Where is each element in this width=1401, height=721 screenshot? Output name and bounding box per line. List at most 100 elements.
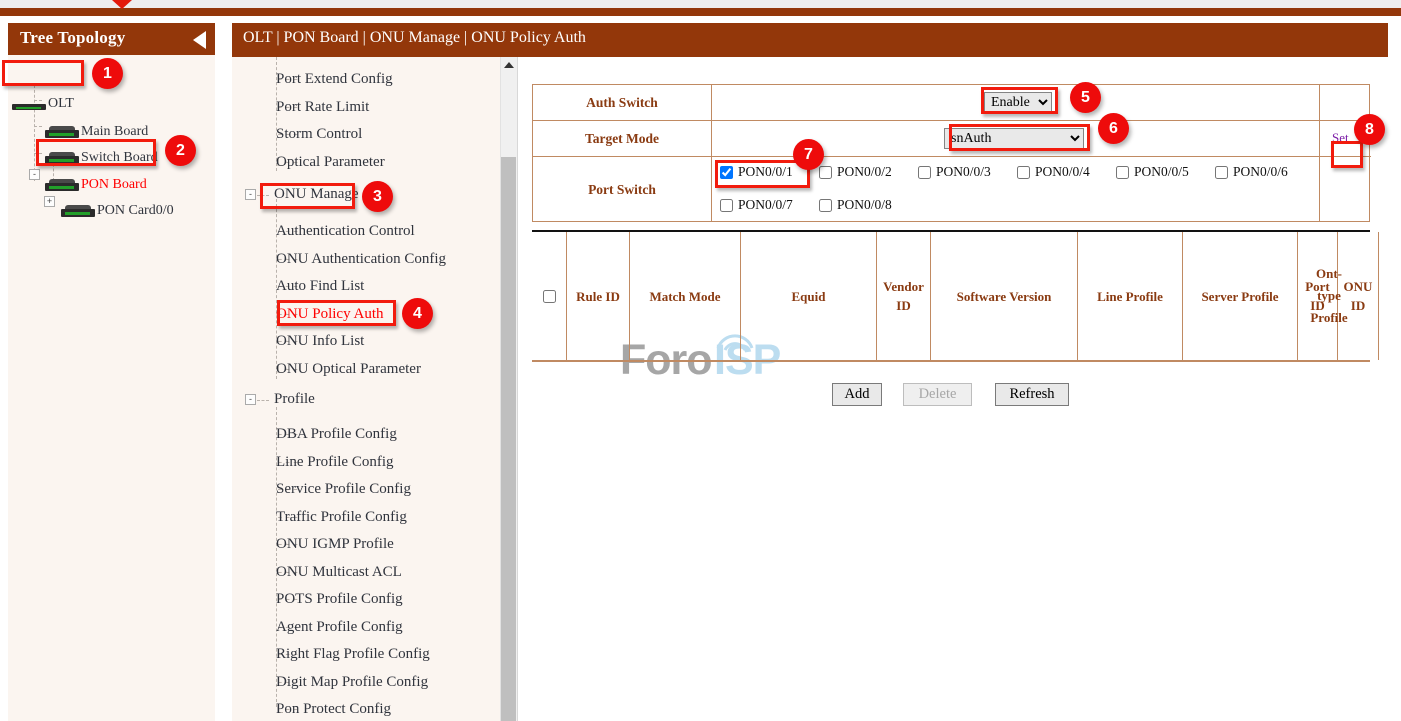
port-pon0-0-5-checkbox[interactable] <box>1116 166 1129 179</box>
menu-item-port-rate-limit[interactable]: Port Rate Limit <box>276 99 369 119</box>
breadcrumb: OLT | PON Board | ONU Manage | ONU Polic… <box>243 29 586 47</box>
tree-node-pon-card[interactable]: PON Card0/0 <box>61 200 174 222</box>
port-pon0-0-2-checkbox-wrap[interactable]: PON0/0/2 <box>819 164 892 180</box>
table-select-all-checkbox[interactable] <box>543 290 556 303</box>
annotation-badge-6: 6 <box>1098 113 1129 144</box>
menu-item-pon-protect-config[interactable]: Pon Protect Config <box>276 701 391 721</box>
tree-topology-title: Tree Topology <box>20 28 125 48</box>
table-col-match-mode: Match Mode <box>630 232 741 360</box>
menu-item-authentication-control[interactable]: Authentication Control <box>276 223 415 243</box>
menu-item-onu-igmp-profile[interactable]: ONU IGMP Profile <box>276 536 394 556</box>
auth-switch-select[interactable]: Enable <box>984 92 1052 113</box>
menu-item-line-profile-config[interactable]: Line Profile Config <box>276 454 393 474</box>
port-pon0-0-6-label: PON0/0/6 <box>1233 164 1288 180</box>
menu-item-optical-parameter[interactable]: Optical Parameter <box>276 154 385 174</box>
target-mode-select[interactable]: snAuth <box>944 128 1084 149</box>
port-pon0-0-7-checkbox[interactable] <box>720 199 733 212</box>
menu-item-dba-profile-config[interactable]: DBA Profile Config <box>276 426 397 446</box>
tree-topology-panel: Tree Topology OLT Main Board <box>8 23 215 721</box>
down-triangle-icon <box>112 0 132 9</box>
refresh-button[interactable]: Refresh <box>995 383 1069 406</box>
table-col-software-version: Software Version <box>931 232 1078 360</box>
add-button[interactable]: Add <box>832 383 882 406</box>
menu-connector-onu-manage <box>257 195 269 196</box>
port-pon0-0-1-label: PON0/0/1 <box>738 164 793 180</box>
menu-item-clipped-top[interactable] <box>276 57 280 65</box>
port-pon0-0-3-checkbox-wrap[interactable]: PON0/0/3 <box>918 164 991 180</box>
annotation-badge-2: 2 <box>165 135 196 166</box>
tree-node-pon-board-label: PON Board <box>81 177 147 193</box>
menu-scrollbar-thumb[interactable] <box>501 157 516 721</box>
menu-item-right-flag-profile-config[interactable]: Right Flag Profile Config <box>276 646 430 666</box>
top-white-strip <box>0 16 1401 23</box>
port-pon0-0-7-checkbox-wrap[interactable]: PON0/0/7 <box>720 197 793 213</box>
menu-item-onu-multicast-acl[interactable]: ONU Multicast ACL <box>276 564 402 584</box>
table-col-server-profile: Server Profile <box>1183 232 1298 360</box>
menu-item-port-extend-config[interactable]: Port Extend Config <box>276 71 393 91</box>
set-link[interactable]: Set <box>1332 130 1349 146</box>
menu-item-onu-authentication-config[interactable]: ONU Authentication Config <box>276 251 446 271</box>
port-switch-row: Port Switch PON0/0/1 PON0/0/2 PON0/0/3 P <box>533 157 1371 222</box>
menu-item-traffic-profile-config[interactable]: Traffic Profile Config <box>276 509 407 529</box>
menu-item-onu-policy-auth[interactable]: ONU Policy Auth <box>276 306 384 326</box>
port-switch-action-cell <box>1320 157 1371 222</box>
menu-tree-panel: --- Port Extend Config --- Port Rate Lim… <box>232 57 517 721</box>
port-pon0-0-4-checkbox-wrap[interactable]: PON0/0/4 <box>1017 164 1090 180</box>
device-icon <box>12 98 46 110</box>
port-pon0-0-5-label: PON0/0/5 <box>1134 164 1189 180</box>
port-pon0-0-3-checkbox[interactable] <box>918 166 931 179</box>
menu-item-profile[interactable]: Profile <box>274 391 315 411</box>
menu-item-onu-manage[interactable]: ONU Manage <box>274 186 359 206</box>
scroll-up-arrow-icon[interactable] <box>504 62 514 68</box>
menu-connector-profile <box>257 400 269 401</box>
annotation-badge-4: 4 <box>402 298 433 329</box>
port-pon0-0-4-label: PON0/0/4 <box>1035 164 1090 180</box>
tree-node-olt[interactable]: OLT <box>12 93 74 115</box>
delete-button: Delete <box>903 383 972 406</box>
menu-item-auto-find-list[interactable]: Auto Find List <box>276 278 364 298</box>
port-pon0-0-2-checkbox[interactable] <box>819 166 832 179</box>
port-pon0-0-6-checkbox[interactable] <box>1215 166 1228 179</box>
port-pon0-0-3-label: PON0/0/3 <box>936 164 991 180</box>
menu-item-storm-control[interactable]: Storm Control <box>276 126 362 146</box>
auth-switch-label: Auth Switch <box>533 85 712 120</box>
top-brand-bar <box>0 8 1401 16</box>
menu-item-onu-optical-parameter[interactable]: ONU Optical Parameter <box>276 361 421 381</box>
tree-node-pon-board[interactable]: PON Board <box>45 174 147 196</box>
target-mode-label: Target Mode <box>533 121 712 156</box>
menu-item-digit-map-profile-config[interactable]: Digit Map Profile Config <box>276 674 428 694</box>
port-pon0-0-2-label: PON0/0/2 <box>837 164 892 180</box>
menu-item-service-profile-config[interactable]: Service Profile Config <box>276 481 411 501</box>
tree-node-main-board-label: Main Board <box>81 124 148 140</box>
port-pon0-0-8-checkbox[interactable] <box>819 199 832 212</box>
menu-item-pots-profile-config[interactable]: POTS Profile Config <box>276 591 403 611</box>
tree-node-switch-board[interactable]: Switch Board <box>45 147 158 169</box>
menu-item-onu-info-list[interactable]: ONU Info List <box>276 333 364 353</box>
tree-expander-pon-card[interactable]: + <box>44 196 55 207</box>
target-mode-row: Target Mode snAuth Set <box>533 121 1371 157</box>
table-action-buttons: Add Delete Refresh <box>532 383 1370 407</box>
table-col-line-profile: Line Profile <box>1078 232 1183 360</box>
policy-rule-table: Rule ID Match Mode Equid Vendor ID Softw… <box>532 230 1370 363</box>
menu-expander-onu-manage[interactable]: - <box>245 189 256 200</box>
port-pon0-0-8-checkbox-wrap[interactable]: PON0/0/8 <box>819 197 892 213</box>
auth-switch-row: Auth Switch Enable <box>533 85 1371 121</box>
port-pon0-0-4-checkbox[interactable] <box>1017 166 1030 179</box>
port-pon0-0-6-checkbox-wrap[interactable]: PON0/0/6 <box>1215 164 1288 180</box>
left-triangle-icon[interactable] <box>193 31 206 49</box>
board-icon <box>45 152 79 164</box>
menu-item-agent-profile-config[interactable]: Agent Profile Config <box>276 619 403 639</box>
menu-expander-profile[interactable]: - <box>245 394 256 405</box>
auth-switch-field: Enable <box>712 85 1320 120</box>
table-select-all-cell[interactable] <box>532 232 567 360</box>
tree-node-main-board[interactable]: Main Board <box>45 121 148 143</box>
port-pon0-0-1-checkbox[interactable] <box>720 166 733 179</box>
tree-expander-pon-board[interactable]: - <box>29 169 40 180</box>
port-pon0-0-1-checkbox-wrap[interactable]: PON0/0/1 <box>720 164 793 180</box>
content-header: OLT | PON Board | ONU Manage | ONU Polic… <box>232 23 1388 57</box>
table-col-equid: Equid <box>741 232 877 360</box>
table-bottom-border <box>532 360 1370 362</box>
port-pon0-0-5-checkbox-wrap[interactable]: PON0/0/5 <box>1116 164 1189 180</box>
board-icon <box>61 205 95 217</box>
tree-connector-h2 <box>34 126 42 127</box>
